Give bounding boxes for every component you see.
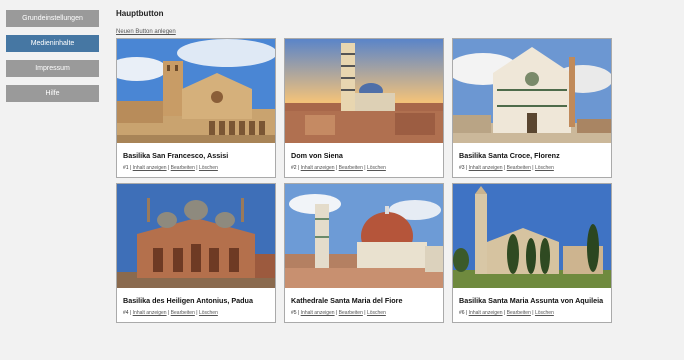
card-image[interactable] [285, 39, 443, 143]
delete-link[interactable]: Löschen [535, 165, 554, 171]
card-title: Basilika Santa Maria Assunta von Aquilei… [459, 296, 604, 305]
card-image[interactable] [453, 184, 611, 288]
card-image[interactable] [453, 39, 611, 143]
view-content-link[interactable]: Inhalt anzeigen [301, 165, 335, 171]
sidebar-item-grundeinstellungen[interactable]: Grundeinstellungen [6, 10, 99, 27]
card-meta: #2 | Inhalt anzeigen | Bearbeiten | Lösc… [291, 165, 443, 171]
card-meta: #6 | Inhalt anzeigen | Bearbeiten | Lösc… [459, 310, 611, 316]
delete-link[interactable]: Löschen [199, 310, 218, 316]
separator: | [364, 165, 366, 171]
sidebar-item-impressum[interactable]: Impressum [6, 60, 99, 77]
card-meta: #4 | Inhalt anzeigen | Bearbeiten | Lösc… [123, 310, 275, 316]
card-image[interactable] [285, 184, 443, 288]
separator: | [364, 310, 366, 316]
page-title: Hauptbutton [116, 9, 164, 18]
separator: | [335, 165, 338, 171]
view-content-link[interactable]: Inhalt anzeigen [133, 165, 167, 171]
separator: | [335, 310, 338, 316]
main-content: Hauptbutton Neuen Button anlegen Basilik… [116, 8, 616, 323]
card-title: Basilika Santa Croce, Florenz [459, 151, 560, 160]
card-number: #4 [123, 310, 129, 316]
separator: | [196, 165, 198, 171]
separator: | [129, 165, 132, 171]
view-content-link[interactable]: Inhalt anzeigen [469, 310, 503, 316]
separator: | [503, 310, 506, 316]
separator: | [196, 310, 198, 316]
card-number: #2 [291, 165, 297, 171]
separator: | [167, 310, 170, 316]
edit-link[interactable]: Bearbeiten [171, 165, 195, 171]
edit-link[interactable]: Bearbeiten [507, 165, 531, 171]
media-card: Basilika Santa Maria Assunta von Aquilei… [452, 183, 612, 323]
edit-link[interactable]: Bearbeiten [171, 310, 195, 316]
separator: | [297, 165, 300, 171]
card-number: #5 [291, 310, 297, 316]
card-meta: #3 | Inhalt anzeigen | Bearbeiten | Lösc… [459, 165, 611, 171]
card-title: Basilika San Francesco, Assisi [123, 151, 229, 160]
separator: | [532, 310, 534, 316]
sidebar-item-medieninhalte[interactable]: Medieninhalte [6, 35, 99, 52]
media-card: Dom von Siena #2 | Inhalt anzeigen | Bea… [284, 38, 444, 178]
media-card: Basilika San Francesco, Assisi #1 | Inha… [116, 38, 276, 178]
delete-link[interactable]: Löschen [367, 310, 386, 316]
media-card: Kathedrale Santa Maria del Fiore #5 | In… [284, 183, 444, 323]
edit-link[interactable]: Bearbeiten [507, 310, 531, 316]
sidebar-item-hilfe[interactable]: Hilfe [6, 85, 99, 102]
card-number: #3 [459, 165, 465, 171]
separator: | [503, 165, 506, 171]
card-title: Dom von Siena [291, 151, 343, 160]
card-title: Basilika des Heiligen Antonius, Padua [123, 296, 253, 305]
card-title: Kathedrale Santa Maria del Fiore [291, 296, 403, 305]
separator: | [167, 165, 170, 171]
delete-link[interactable]: Löschen [367, 165, 386, 171]
card-meta: #1 | Inhalt anzeigen | Bearbeiten | Lösc… [123, 165, 275, 171]
media-card: Basilika des Heiligen Antonius, Padua #4… [116, 183, 276, 323]
delete-link[interactable]: Löschen [535, 310, 554, 316]
card-number: #6 [459, 310, 465, 316]
card-image[interactable] [117, 184, 275, 288]
separator: | [465, 310, 468, 316]
media-card: Basilika Santa Croce, Florenz #3 | Inhal… [452, 38, 612, 178]
edit-link[interactable]: Bearbeiten [339, 165, 363, 171]
separator: | [129, 310, 132, 316]
separator: | [465, 165, 468, 171]
card-meta: #5 | Inhalt anzeigen | Bearbeiten | Lösc… [291, 310, 443, 316]
view-content-link[interactable]: Inhalt anzeigen [301, 310, 335, 316]
sidebar: Grundeinstellungen Medieninhalte Impress… [6, 10, 99, 110]
new-button-link[interactable]: Neuen Button anlegen [116, 29, 176, 35]
card-number: #1 [123, 165, 129, 171]
card-image[interactable] [117, 39, 275, 143]
view-content-link[interactable]: Inhalt anzeigen [469, 165, 503, 171]
separator: | [532, 165, 534, 171]
edit-link[interactable]: Bearbeiten [339, 310, 363, 316]
view-content-link[interactable]: Inhalt anzeigen [133, 310, 167, 316]
delete-link[interactable]: Löschen [199, 165, 218, 171]
separator: | [297, 310, 300, 316]
